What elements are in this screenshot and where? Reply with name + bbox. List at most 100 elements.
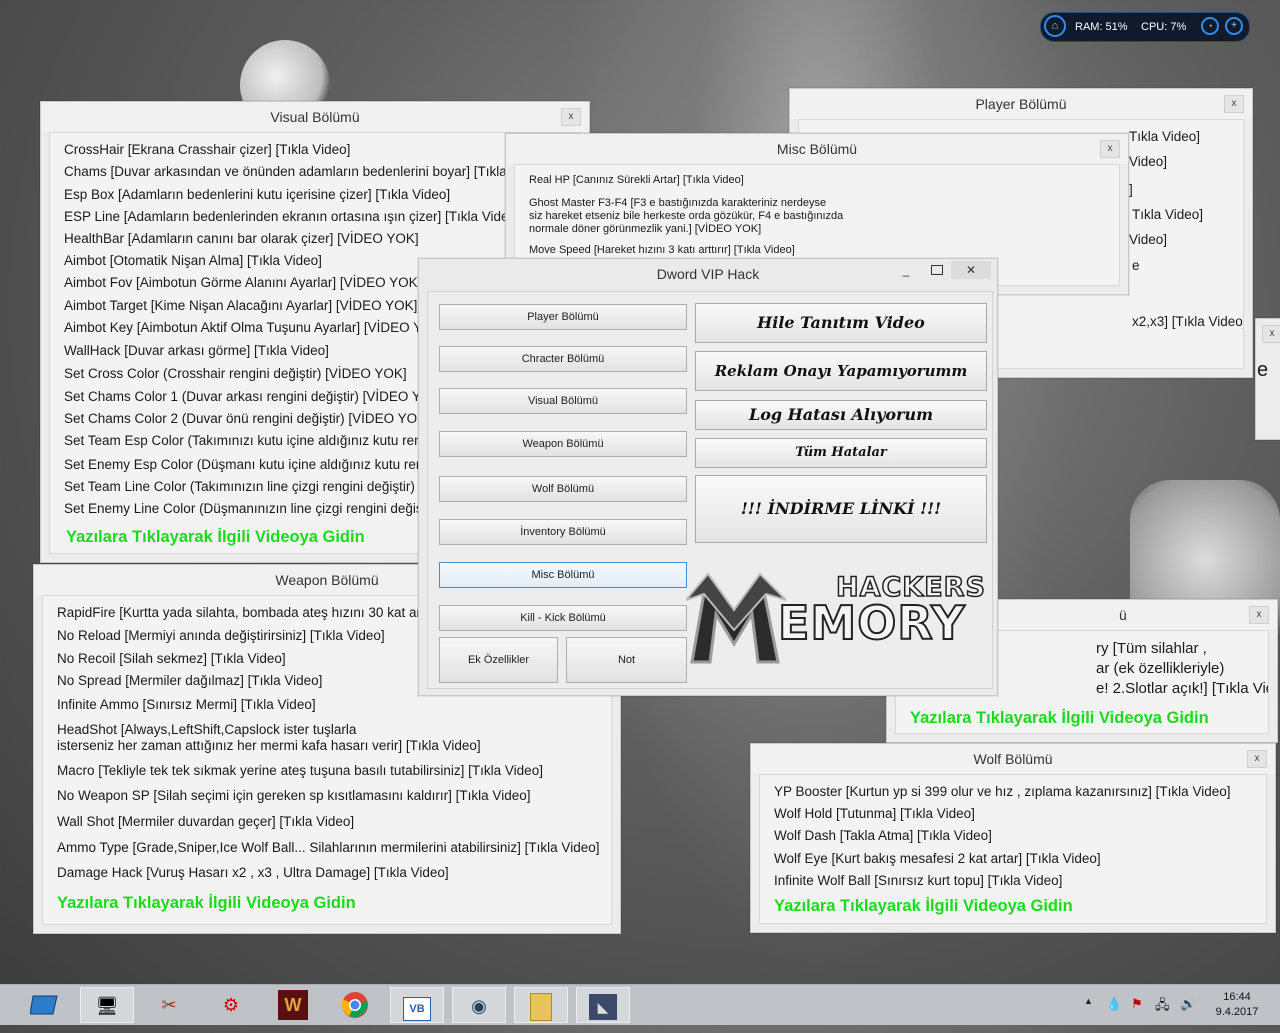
close-button[interactable]: ✕: [951, 261, 991, 279]
clock[interactable]: 16:44 9.4.2017: [1206, 990, 1268, 1020]
list-item[interactable]: Esp Box [Adamların bedenlerini kutu içer…: [64, 187, 450, 202]
list-item[interactable]: Wolf Dash [Takla Atma] [Tıkla Video]: [774, 828, 992, 843]
show-hidden-icons-icon[interactable]: ▲: [1084, 996, 1093, 1006]
action-center-flag-icon[interactable]: ⚑: [1131, 996, 1143, 1012]
list-item[interactable]: ry [Tüm silahlar ,: [1096, 640, 1207, 657]
close-button[interactable]: x: [1224, 95, 1244, 113]
list-item[interactable]: Chams [Duvar arkasından ve önünden adaml…: [64, 164, 507, 179]
list-item-continued[interactable]: siz hareket etseniz bile herkeste orda g…: [529, 210, 843, 222]
taskbar-item-tools[interactable]: ✂: [142, 987, 196, 1023]
list-item[interactable]: Aimbot Key [Aimbotun Aktif Olma Tuşunu A…: [64, 320, 422, 335]
player-section-button[interactable]: Player Bölümü: [439, 304, 687, 330]
list-item[interactable]: Set Enemy Esp Color (Düşmanı kutu içine …: [64, 457, 431, 472]
inventory-section-button[interactable]: İnventory Bölümü: [439, 519, 687, 545]
taskbar-item-visual-basic[interactable]: VB: [390, 987, 444, 1023]
close-button[interactable]: x: [1249, 606, 1269, 624]
list-item[interactable]: Real HP [Canınız Sürekli Artar] [Tıkla V…: [529, 174, 744, 186]
list-item[interactable]: Aimbot [Otomatik Nişan Alma] [Tıkla Vide…: [64, 253, 322, 268]
list-item[interactable]: No Weapon SP [Silah seçimi için gereken …: [57, 788, 530, 803]
list-item[interactable]: Set Enemy Line Color (Düşmanınızın line …: [64, 501, 429, 516]
list-item[interactable]: Set Chams Color 2 (Duvar önü rengini değ…: [64, 411, 430, 426]
log-error-help-button[interactable]: Log Hatası Alıyorum: [695, 400, 987, 430]
list-item[interactable]: WallHack [Duvar arkası görme] [Tıkla Vid…: [64, 343, 329, 358]
list-item[interactable]: YP Booster [Kurtun yp si 399 olur ve hız…: [774, 784, 1230, 799]
list-item[interactable]: ]: [1129, 182, 1133, 197]
notes-button[interactable]: Not: [566, 637, 687, 683]
list-item[interactable]: Set Team Line Color (Takımınızın line çi…: [64, 479, 431, 494]
all-errors-button[interactable]: Tüm Hatalar: [695, 438, 987, 468]
list-item[interactable]: Aimbot Target [Kime Nişan Alacağını Ayar…: [64, 298, 417, 313]
clock-time: 16:44: [1223, 991, 1251, 1003]
download-link-button[interactable]: !!! İNDİRME LİNKİ !!!: [695, 475, 987, 543]
start-button[interactable]: [18, 987, 72, 1023]
list-item[interactable]: Infinite Wolf Ball [Sınırsız kurt topu] …: [774, 873, 1062, 888]
water-drop-icon[interactable]: 💧: [1106, 996, 1122, 1012]
list-item[interactable]: ESP Line [Adamların bedenlerinden ekranı…: [64, 209, 516, 224]
close-button[interactable]: x: [1247, 750, 1267, 768]
list-item[interactable]: Macro [Tekliyle tek tek sıkmak yerine at…: [57, 763, 543, 778]
list-item[interactable]: Wolf Hold [Tutunma] [Tıkla Video]: [774, 806, 975, 821]
wolf-section-button[interactable]: Wolf Bölümü: [439, 476, 687, 502]
vb-icon: VB: [403, 997, 431, 1021]
list-item[interactable]: Set Chams Color 1 (Duvar arkası rengini …: [64, 389, 431, 404]
monitor-icon: 🖥: [95, 996, 119, 1016]
extra-features-button[interactable]: Ek Özellikler: [439, 637, 558, 683]
taskbar-item-chrome[interactable]: [328, 987, 382, 1023]
list-item[interactable]: HeadShot [Always,LeftShift,Capslock iste…: [57, 722, 356, 737]
close-button[interactable]: x: [561, 108, 581, 126]
video-hint-text: Yazılara Tıklayarak İlgili Videoya Gidin: [57, 894, 356, 912]
list-item-continued[interactable]: normale döner görünmezlik yani.] [VİDEO …: [529, 223, 761, 235]
list-item-continued[interactable]: isterseniz her zaman attığınız her mermi…: [57, 738, 481, 753]
list-item[interactable]: Set Cross Color (Crosshair rengini değiş…: [64, 366, 407, 381]
taskbar-item-explorer[interactable]: [514, 987, 568, 1023]
list-item-continued[interactable]: e! 2.Slotlar açık!] [Tıkla Video]: [1096, 680, 1268, 697]
maximize-button[interactable]: [931, 265, 943, 275]
broom-icon[interactable]: ⌂: [1044, 15, 1066, 37]
list-item[interactable]: RapidFire [Kurtta yada silahta, bombada …: [57, 605, 432, 620]
list-item[interactable]: Ghost Master F3-F4 [F3 e bastığınızda ka…: [529, 197, 826, 209]
network-icon[interactable]: 🖧: [1155, 996, 1170, 1018]
taskbar-item-hack-app[interactable]: ◣: [576, 987, 630, 1023]
list-item[interactable]: Video]: [1129, 154, 1167, 169]
kill-kick-section-button[interactable]: Kill - Kick Bölümü: [439, 605, 687, 631]
visual-section-button[interactable]: Visual Bölümü: [439, 388, 687, 414]
list-item[interactable]: Tıkla Video]: [1129, 129, 1200, 144]
main-app-panel: Player Bölümü Chracter Bölümü Visual Böl…: [427, 291, 993, 689]
list-item[interactable]: x2,x3] [Tıkla Video]: [1132, 314, 1243, 329]
gauge-icon[interactable]: ◔: [1201, 17, 1219, 35]
list-item[interactable]: Move Speed [Hareket hızını 3 katı arttır…: [529, 244, 795, 256]
list-item[interactable]: No Reload [Mermiyi anında değiştirirsini…: [57, 628, 385, 643]
resource-monitor-widget[interactable]: ⌂ RAM: 51% CPU: 7% ◔ +: [1040, 12, 1250, 42]
list-item[interactable]: HealthBar [Adamların canını bar olarak ç…: [64, 231, 419, 246]
list-item[interactable]: Damage Hack [Vuruş Hasarı x2 , x3 , Ultr…: [57, 865, 449, 880]
taskbar-item-steam[interactable]: ◉: [452, 987, 506, 1023]
character-section-button[interactable]: Chracter Bölümü: [439, 346, 687, 372]
list-item[interactable]: Wolf Eye [Kurt bakış mesafesi 2 kat arta…: [774, 851, 1101, 866]
list-item[interactable]: Wall Shot [Mermiler duvardan geçer] [Tık…: [57, 814, 354, 829]
close-button[interactable]: x: [1100, 140, 1120, 158]
list-item[interactable]: No Spread [Mermiler dağılmaz] [Tıkla Vid…: [57, 673, 322, 688]
list-item[interactable]: Infinite Ammo [Sınırsız Mermi] [Tıkla Vi…: [57, 697, 316, 712]
list-item[interactable]: Video]: [1129, 232, 1167, 247]
list-item[interactable]: No Recoil [Silah sekmez] [Tıkla Video]: [57, 651, 286, 666]
misc-section-button[interactable]: Misc Bölümü: [439, 562, 687, 588]
weapon-section-button[interactable]: Weapon Bölümü: [439, 431, 687, 457]
close-button[interactable]: x: [1262, 325, 1280, 343]
hackers-memory-logo: HACKERS EMORY: [686, 570, 986, 666]
list-item[interactable]: CrossHair [Ekrana Crasshair çizer] [Tıkl…: [64, 142, 350, 157]
list-item[interactable]: e: [1132, 258, 1140, 273]
list-item-continued[interactable]: ar (ek özellikleriyle): [1096, 660, 1224, 677]
list-item[interactable]: Set Team Esp Color (Takımınızı kutu için…: [64, 433, 429, 448]
taskbar-item-game[interactable]: W: [266, 987, 320, 1023]
list-item[interactable]: Ammo Type [Grade,Sniper,Ice Wolf Ball...…: [57, 840, 599, 855]
volume-icon[interactable]: 🔊: [1180, 996, 1196, 1012]
list-item[interactable]: Aimbot Fov [Aimbotun Görme Alanını Ayarl…: [64, 275, 421, 290]
taskbar-item-task-manager[interactable]: 🖥: [80, 987, 134, 1023]
taskbar-item-app-red[interactable]: ⚙: [204, 987, 258, 1023]
wolf-window-content: YP Booster [Kurtun yp si 399 olur ve hız…: [759, 774, 1267, 924]
intro-video-button[interactable]: Hile Tanıtım Video: [695, 303, 987, 343]
minimize-button[interactable]: _: [895, 263, 917, 283]
list-item[interactable]: Tıkla Video]: [1132, 207, 1203, 222]
plus-icon[interactable]: +: [1225, 17, 1243, 35]
ad-approval-help-button[interactable]: Reklam Onayı Yapamıyorumm: [695, 351, 987, 391]
